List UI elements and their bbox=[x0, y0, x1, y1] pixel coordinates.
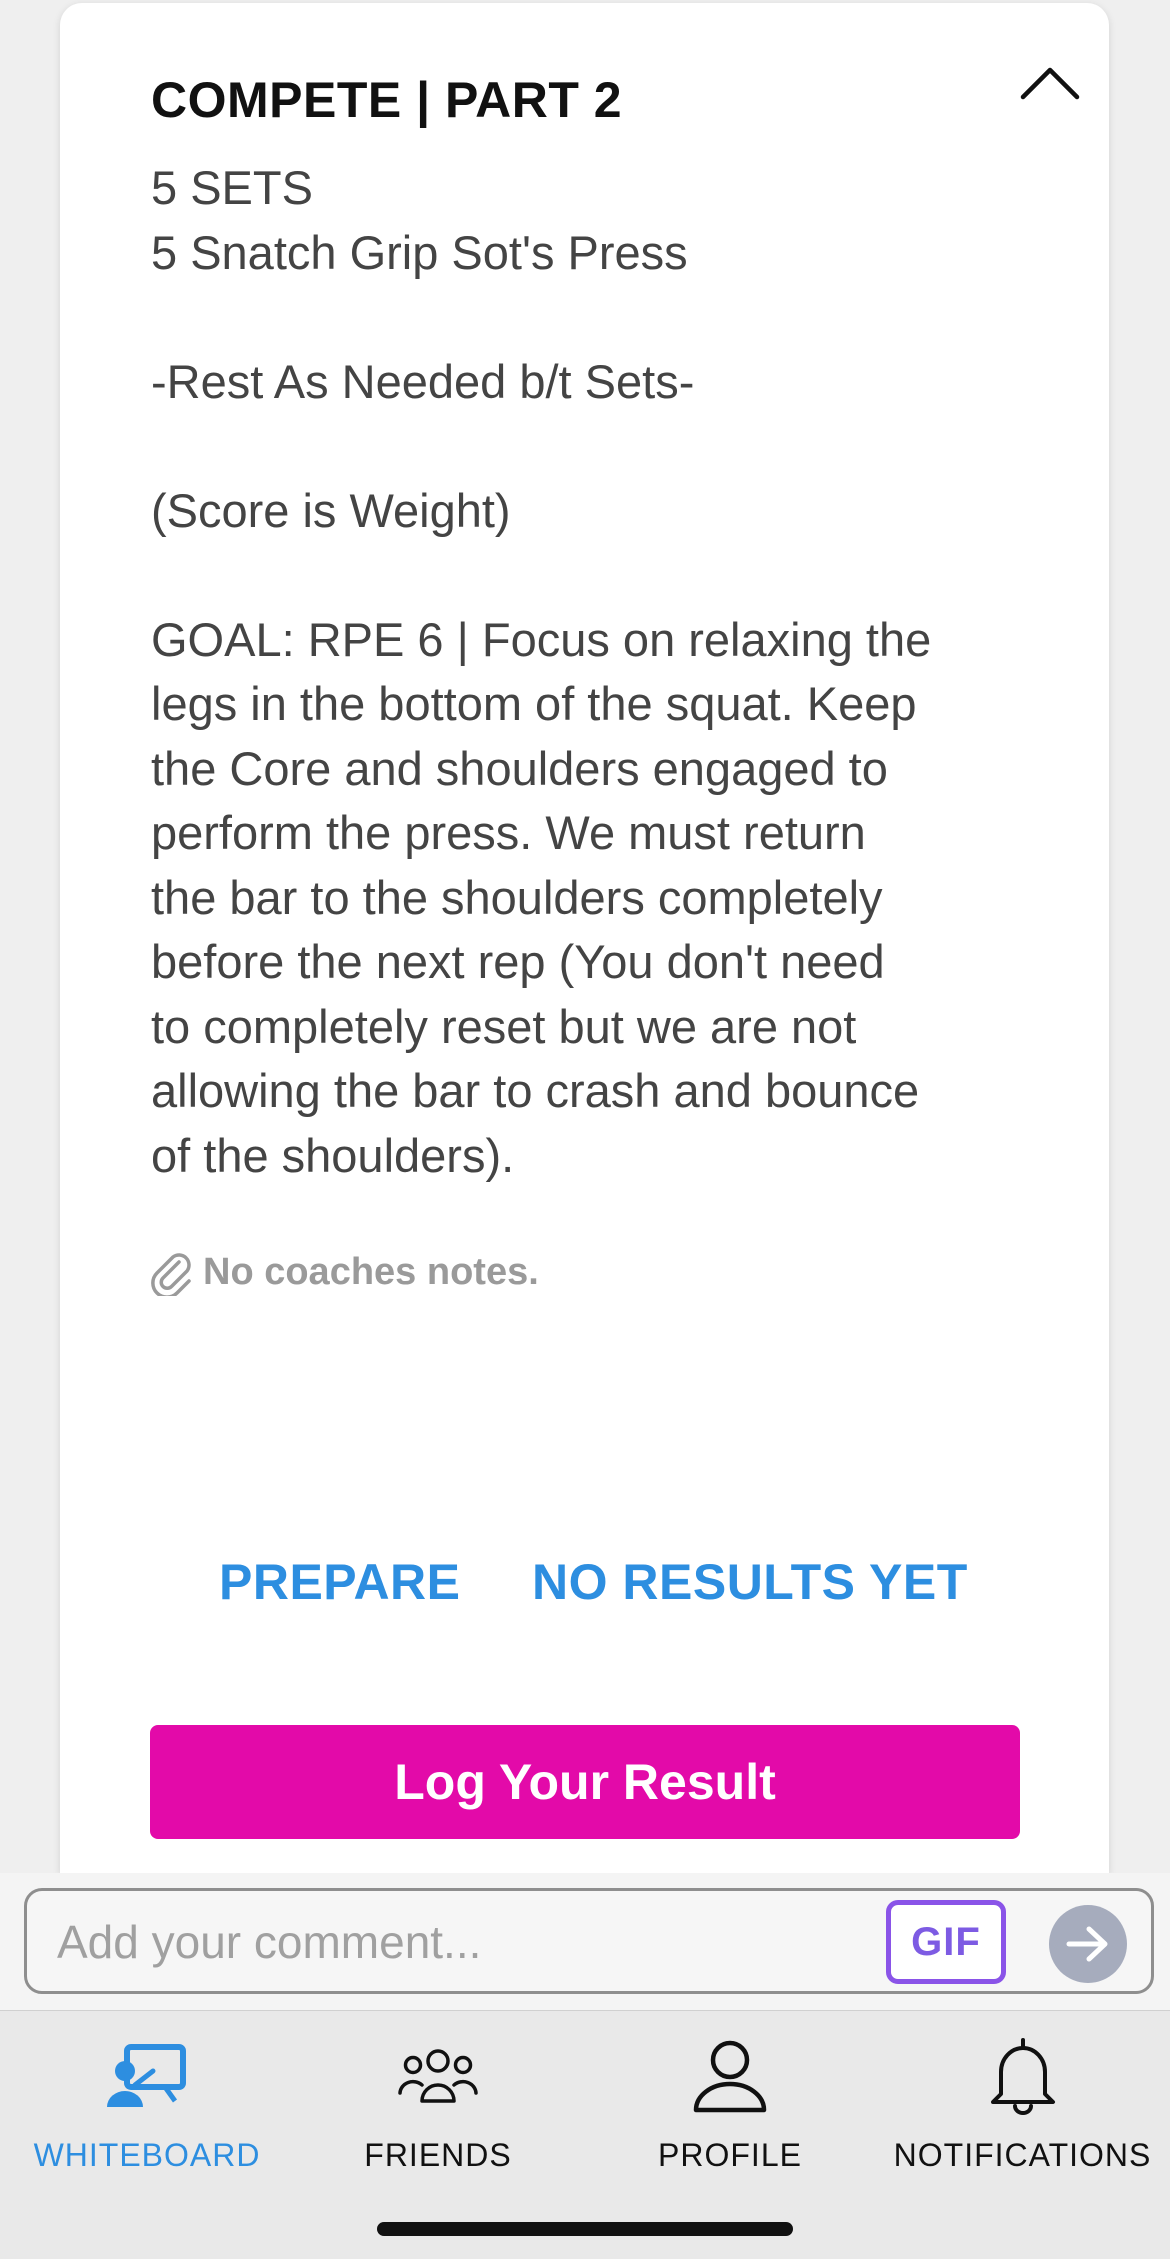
tab-whiteboard[interactable]: WHITEBOARD bbox=[34, 2031, 259, 2174]
description-line: allowing the bar to crash and bounce bbox=[151, 1064, 920, 1117]
whiteboard-icon bbox=[107, 2044, 186, 2107]
description-line: -Rest As Needed b/t Sets- bbox=[151, 354, 695, 408]
profile-icon bbox=[693, 2040, 767, 2113]
collapse-button[interactable] bbox=[995, 43, 1105, 123]
comment-input[interactable] bbox=[57, 1911, 857, 1973]
paperclip-icon bbox=[151, 1253, 191, 1296]
description-line: 5 SETS bbox=[151, 161, 313, 214]
tab-label: PROFILE bbox=[658, 2137, 802, 2173]
description-line: the bar to the shoulders completely bbox=[151, 870, 883, 924]
bell-icon bbox=[990, 2038, 1055, 2115]
description-line: 5 Snatch Grip Sot's Press bbox=[151, 225, 688, 279]
description-line bbox=[151, 285, 1051, 350]
workout-links: PREPARE NO RESULTS YET bbox=[60, 1553, 1109, 1613]
tab-label: WHITEBOARD bbox=[33, 2137, 261, 2173]
tab-profile[interactable]: PROFILE bbox=[640, 2031, 820, 2174]
tab-friends[interactable]: FRIENDS bbox=[338, 2031, 538, 2174]
description-line: perform the press. We must return bbox=[151, 806, 866, 859]
chevron-up-icon bbox=[1020, 67, 1080, 100]
prepare-link[interactable]: PREPARE bbox=[219, 1553, 461, 1611]
workout-description: 5 SETS 5 Snatch Grip Sot's Press -Rest A… bbox=[151, 156, 1051, 1188]
description-line bbox=[151, 414, 1051, 479]
tab-label: NOTIFICATIONS bbox=[893, 2137, 1152, 2173]
coach-notes: No coaches notes. bbox=[149, 1248, 539, 1296]
gif-label: GIF bbox=[911, 1919, 981, 1964]
send-button[interactable] bbox=[1049, 1905, 1127, 1983]
tab-label: FRIENDS bbox=[364, 2137, 512, 2173]
description-line: before the next rep (You don't need bbox=[151, 935, 885, 988]
description-line: legs in the bottom of the squat. Keep bbox=[151, 677, 917, 730]
comment-bar: GIF bbox=[0, 1873, 1170, 2010]
comment-box: GIF bbox=[24, 1888, 1154, 1994]
coach-notes-text: No coaches notes. bbox=[203, 1250, 539, 1293]
arrow-right-icon bbox=[1066, 1926, 1108, 1962]
workout-card: COMPETE | PART 2 5 SETS 5 Snatch Grip So… bbox=[60, 3, 1109, 1873]
gif-button[interactable]: GIF bbox=[886, 1900, 1006, 1984]
description-line: (Score is Weight) bbox=[151, 483, 511, 537]
home-indicator bbox=[377, 2222, 793, 2236]
description-line: of the shoulders). bbox=[151, 1128, 515, 1182]
log-result-button[interactable]: Log Your Result bbox=[150, 1725, 1020, 1839]
description-line: GOAL: RPE 6 | Focus on relaxing the bbox=[151, 612, 932, 666]
results-link[interactable]: NO RESULTS YET bbox=[532, 1553, 968, 1611]
description-line bbox=[151, 543, 1051, 608]
description-line: the Core and shoulders engaged to bbox=[151, 741, 888, 795]
workout-title: COMPETE | PART 2 bbox=[151, 72, 623, 128]
friends-icon bbox=[398, 2049, 478, 2103]
tab-notifications[interactable]: NOTIFICATIONS bbox=[893, 2031, 1152, 2174]
description-line: to completely reset but we are not bbox=[151, 999, 857, 1053]
